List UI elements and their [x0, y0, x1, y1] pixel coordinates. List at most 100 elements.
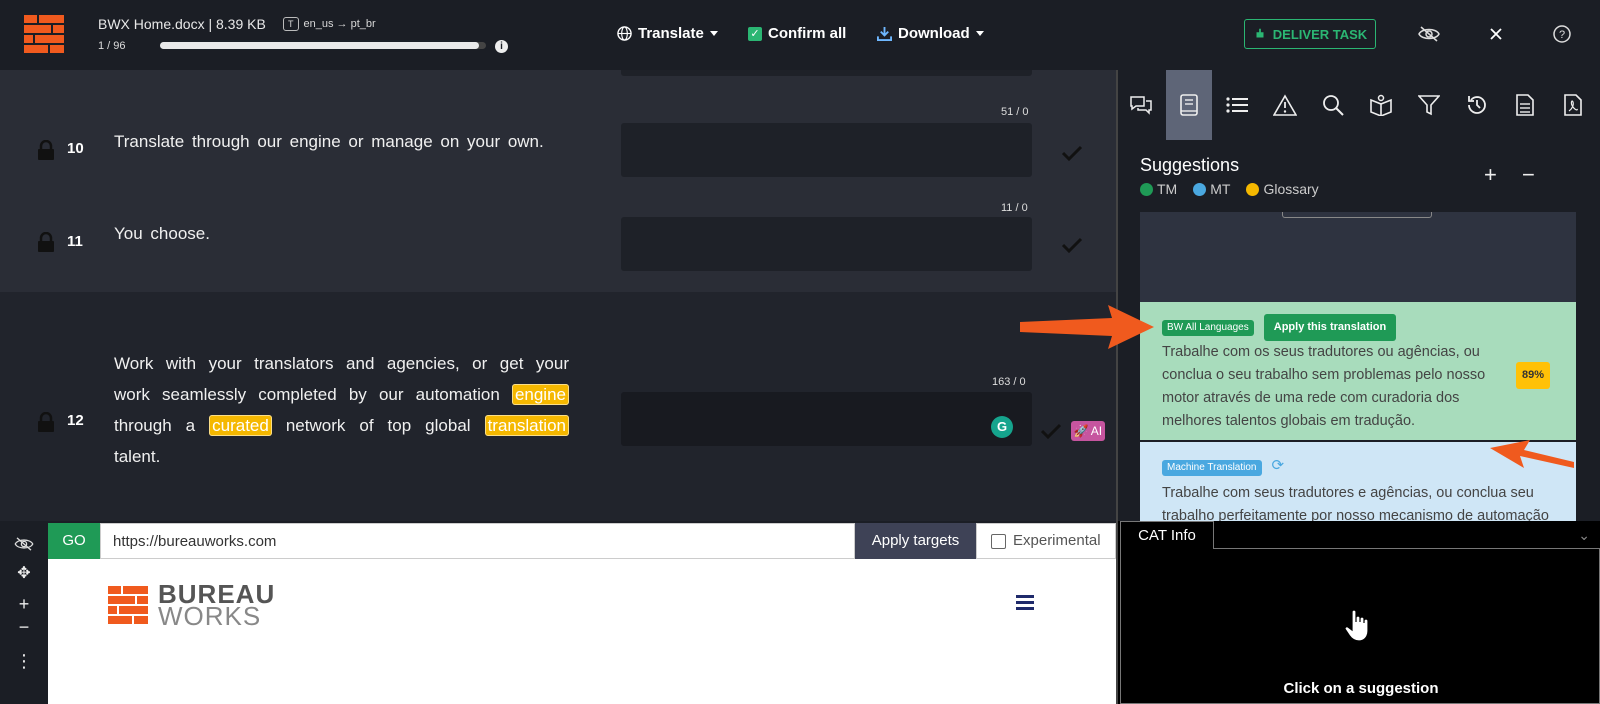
segment-row: 10 Translate through our engine or manag… [0, 106, 1116, 200]
experimental-toggle[interactable]: Experimental [976, 523, 1116, 559]
zoom-in-button[interactable]: + [1484, 162, 1497, 188]
glossary-dot-icon [1246, 183, 1260, 196]
confirm-check-icon[interactable] [1061, 144, 1083, 162]
book-icon [1180, 94, 1198, 116]
tab-history[interactable] [1454, 70, 1500, 140]
segment-editor: 10 Translate through our engine or manag… [0, 70, 1116, 521]
suggestions-title: Suggestions [1140, 155, 1240, 175]
top-bar: BWX Home.docx | 8.39 KB T en_us → pt_br … [0, 0, 1600, 70]
list-icon [1226, 97, 1248, 113]
cat-info-content: Click on a suggestion [1120, 549, 1600, 704]
mt-source-badge: Machine Translation [1162, 460, 1262, 476]
progress-bar [160, 42, 486, 49]
glossary-term[interactable]: curated [209, 415, 272, 436]
target-field[interactable] [621, 123, 1032, 177]
zoom-in-icon[interactable]: + [12, 594, 36, 614]
source-text: You choose. [114, 224, 210, 243]
tab-search[interactable] [1310, 70, 1356, 140]
mt-suggestion-text: Trabalhe com seus tradutores e agências,… [1162, 485, 1549, 521]
url-input[interactable]: https://bureauworks.com [100, 523, 855, 559]
tab-suggestions[interactable] [1166, 70, 1212, 140]
lock-icon [38, 412, 54, 432]
tab-pdf[interactable] [1550, 70, 1596, 140]
apply-translation-button[interactable]: Apply this translation [1263, 314, 1397, 341]
lock-icon [38, 232, 54, 252]
segment-number: 12 [67, 412, 84, 429]
legend-label: MT [1210, 181, 1231, 197]
tm-suggestion-card[interactable]: BW All Languages Apply this translation … [1140, 302, 1576, 440]
previous-suggestion [1140, 212, 1576, 302]
logo-line-2: WORKS [158, 601, 262, 631]
grammarly-icon[interactable]: G [991, 416, 1013, 438]
confirm-check-icon[interactable] [1061, 236, 1083, 254]
glossary-term[interactable]: engine [511, 384, 569, 405]
target-field[interactable] [621, 217, 1032, 271]
source-text-part: Work with your translators and agencies,… [114, 354, 569, 404]
char-count: 51 / 0 [1001, 106, 1029, 118]
glossary-term[interactable]: translation [484, 415, 569, 436]
cat-info-panel: CAT Info ⌄ Click on a suggestion [1116, 521, 1600, 704]
hamburger-menu-icon[interactable] [1016, 595, 1034, 613]
mt-dot-icon [1193, 183, 1207, 196]
refresh-icon[interactable]: ⟳ [1272, 457, 1285, 474]
tm-source-badge: BW All Languages [1162, 320, 1254, 336]
chat-bubbles-icon [1130, 96, 1152, 115]
experimental-label: Experimental [1013, 532, 1101, 549]
deliver-task-button[interactable]: DELIVER TASK [1244, 19, 1376, 49]
ai-button[interactable]: 🚀 AI [1071, 421, 1105, 441]
progress-label: 1 / 96 [98, 40, 126, 52]
preview-side-tools: ✥ + − ⋮ [0, 521, 48, 704]
language-tag: T [283, 17, 299, 31]
stub-button[interactable] [1282, 212, 1432, 218]
legend-mt: MT [1193, 181, 1230, 197]
tm-dot-icon [1140, 183, 1153, 196]
target-field-active[interactable] [621, 392, 1032, 446]
target-field-previous[interactable] [621, 70, 1032, 76]
svg-text:?: ? [1559, 29, 1565, 41]
source-text-part: talent. [114, 447, 161, 466]
hide-preview-icon[interactable] [12, 535, 36, 555]
tab-cat-info[interactable]: CAT Info [1120, 521, 1214, 549]
info-icon[interactable]: i [495, 40, 508, 53]
more-options-icon[interactable]: ⋮ [12, 651, 36, 671]
tm-suggestion-text: Trabalhe com os seus tradutores ou agênc… [1162, 344, 1486, 429]
tab-document[interactable] [1502, 70, 1548, 140]
download-label: Download [898, 25, 970, 42]
bureau-works-site-logo[interactable]: BUREAU WORKS [108, 581, 275, 631]
apply-targets-button[interactable]: Apply targets [855, 523, 976, 559]
segment-row-active: 12 Work with your translators and agenci… [0, 292, 1116, 521]
confirm-check-icon[interactable] [1040, 422, 1062, 440]
tab-list[interactable] [1214, 70, 1260, 140]
preview-toolbar: GO https://bureauworks.com Apply targets… [0, 521, 1116, 559]
download-menu-button[interactable]: Download [877, 25, 984, 42]
confirm-all-button[interactable]: ✓ Confirm all [748, 25, 846, 42]
source-text: Work with your translators and agencies,… [114, 348, 569, 472]
search-icon [1323, 95, 1344, 116]
annotation-arrow [1020, 305, 1154, 349]
bureau-works-logo[interactable] [24, 15, 64, 53]
experimental-checkbox[interactable] [991, 533, 1006, 549]
go-button[interactable]: GO [48, 523, 100, 559]
download-icon [877, 26, 892, 41]
char-count: 11 / 0 [1001, 202, 1028, 214]
legend-label: TM [1157, 181, 1178, 197]
close-icon[interactable] [1484, 22, 1508, 46]
char-count: 163 / 0 [992, 376, 1026, 388]
hide-eye-icon[interactable] [1417, 22, 1441, 46]
zoom-out-button[interactable]: − [1522, 162, 1535, 188]
open-book-icon [1370, 94, 1392, 116]
zoom-out-icon[interactable]: − [12, 617, 36, 637]
tab-filter[interactable] [1406, 70, 1452, 140]
tab-warnings[interactable] [1262, 70, 1308, 140]
source-text-part: network of top global [271, 416, 485, 435]
tab-comments[interactable] [1118, 70, 1164, 140]
translate-menu-button[interactable]: Translate [617, 25, 718, 42]
chevron-down-icon[interactable]: ⌄ [1578, 527, 1590, 544]
legend-label: Glossary [1263, 181, 1319, 197]
ai-label: AI [1090, 424, 1103, 438]
source-text-part: through a [114, 416, 210, 435]
move-icon[interactable]: ✥ [12, 564, 36, 584]
logo-wordmark: BUREAU WORKS [158, 581, 275, 631]
help-icon[interactable]: ? [1550, 22, 1574, 46]
tab-glossary[interactable] [1358, 70, 1404, 140]
